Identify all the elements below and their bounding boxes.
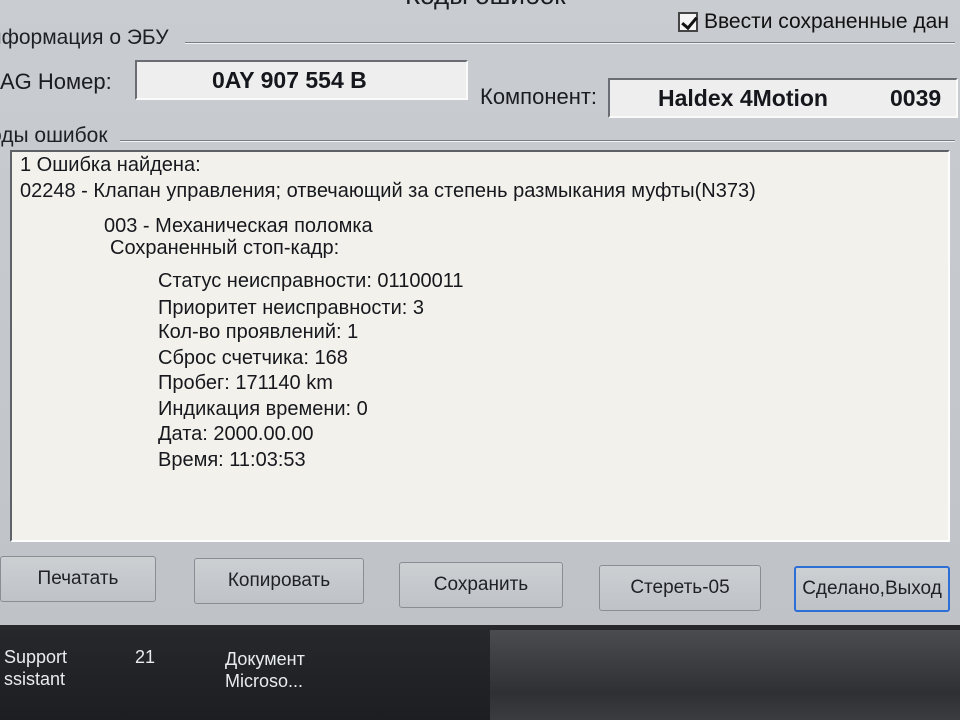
ecu-info-group-divider <box>185 42 955 44</box>
fault-line: Дата: 2000.00.00 <box>158 423 314 445</box>
vag-number-label: AG Номер: <box>0 69 112 94</box>
fault-codes-text-area[interactable]: 1 Ошибка найдена: 02248 - Клапан управле… <box>10 150 950 542</box>
fault-line: Статус неисправности: 01100011 <box>158 270 464 292</box>
save-button[interactable]: Сохранить <box>399 562 563 608</box>
taskbar-item-label: Документ <box>225 649 305 669</box>
fault-line: Приоритет неисправности: 3 <box>158 297 424 319</box>
vag-number-field: 0AY 907 554 B <box>135 60 468 100</box>
copy-button[interactable]: Копировать <box>194 558 364 604</box>
taskbar-word-document[interactable]: Документ Microso... <box>225 648 305 692</box>
save-data-checkbox-label: Ввести сохраненные дан <box>704 10 949 33</box>
taskbar-item-label: Microso... <box>225 671 304 691</box>
component-label: Компонент: <box>480 84 598 109</box>
ecu-info-group-label: нформация о ЭБУ <box>0 26 169 49</box>
component-code: 0039 <box>890 84 942 111</box>
fault-codes-group-divider <box>120 140 955 142</box>
save-data-checkbox[interactable] <box>678 12 698 32</box>
desk-background <box>490 630 960 720</box>
fault-line: Сохраненный стоп-кадр: <box>110 237 340 259</box>
taskbar-item-label: ssistant <box>4 669 66 689</box>
fault-codes-group-label: оды ошибок <box>0 124 108 147</box>
fault-line: 1 Ошибка найдена: <box>20 154 201 176</box>
fault-line: 003 - Механическая поломка <box>104 215 373 237</box>
clear-codes-button[interactable]: Стереть-05 <box>599 565 761 611</box>
fault-line: Время: 11:03:53 <box>158 449 306 471</box>
fault-line: Сброс счетчика: 168 <box>158 347 348 369</box>
print-button[interactable]: Печатать <box>0 556 156 602</box>
fault-codes-window: Коды ошибок Ввести сохраненные дан нформ… <box>0 0 960 625</box>
component-field: Haldex 4Motion 0039 <box>608 78 958 118</box>
window-title: Коды ошибок <box>405 0 566 11</box>
fault-line: Индикация времени: 0 <box>158 398 368 420</box>
vag-number-value: 0AY 907 554 B <box>212 66 367 93</box>
taskbar-item-label: Support <box>4 647 68 667</box>
fault-line: Пробег: 171140 km <box>158 372 333 394</box>
done-exit-button[interactable]: Сделано,Выход <box>794 566 950 612</box>
taskbar-support-assistant[interactable]: Support ssistant <box>4 646 67 690</box>
taskbar-item-21[interactable]: 21 <box>135 646 155 668</box>
fault-line: Кол-во проявлений: 1 <box>158 321 359 343</box>
fault-line: 02248 - Клапан управления; отвечающий за… <box>20 180 756 202</box>
component-value: Haldex 4Motion <box>658 84 828 111</box>
save-data-checkbox-group[interactable]: Ввести сохраненные дан <box>678 10 949 34</box>
